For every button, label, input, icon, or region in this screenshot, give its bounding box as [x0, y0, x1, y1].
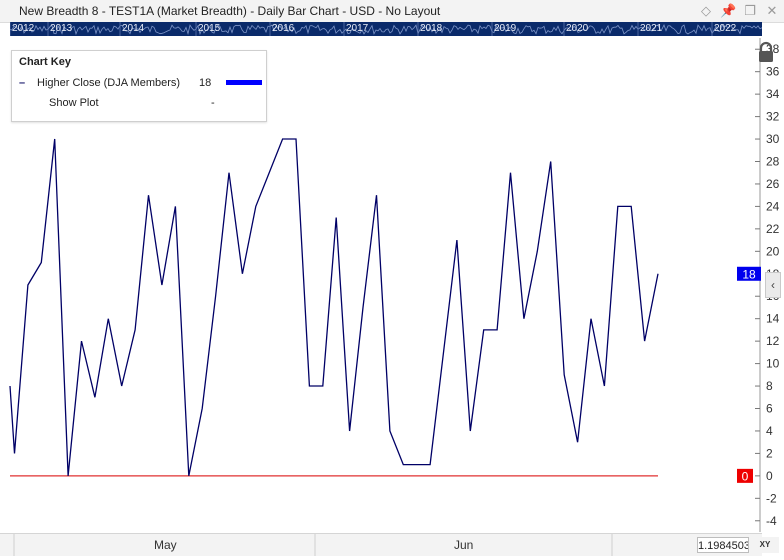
y-tick-label: 10: [766, 357, 780, 371]
price-labels: 18 0: [737, 266, 761, 483]
chevron-left-icon: ‹: [771, 278, 775, 292]
chart-key-show-plot-row[interactable]: Show Plot -: [19, 97, 259, 111]
y-tick-label: 2: [766, 446, 773, 460]
show-plot-value: -: [211, 97, 215, 109]
lock-icon: [759, 41, 773, 62]
price-readout: 1.1984503: [697, 537, 749, 553]
y-tick-label: 32: [766, 110, 780, 124]
series-dash-icon: –: [19, 77, 26, 89]
y-tick-label: 4: [766, 424, 773, 438]
y-tick-label: 22: [766, 222, 780, 236]
series-layer: [9, 138, 659, 477]
xy-toggle-button[interactable]: XY: [751, 537, 779, 553]
y-tick-label: 36: [766, 65, 780, 79]
zero-value-label: 0: [742, 469, 749, 483]
collapse-panel-button[interactable]: ‹: [765, 272, 781, 298]
show-plot-label: Show Plot: [49, 97, 99, 109]
chart-key-series-row[interactable]: – Higher Close (DJA Members) 18: [19, 77, 262, 91]
y-tick-label: 34: [766, 87, 780, 101]
y-tick-label: 12: [766, 334, 780, 348]
y-tick-label: 8: [766, 379, 773, 393]
y-tick-label: 26: [766, 177, 780, 191]
chart-key-title: Chart Key: [19, 56, 71, 68]
y-tick-label: 6: [766, 402, 773, 416]
y-tick-label: 30: [766, 132, 780, 146]
last-value-label: 18: [742, 267, 756, 281]
y-tick-label: -4: [766, 514, 777, 528]
x-axis-dividers: [13, 534, 613, 556]
y-tick-label: 14: [766, 312, 780, 326]
y-tick-label: -2: [766, 491, 777, 505]
series-color-swatch: [226, 80, 262, 85]
y-tick-label: 24: [766, 199, 780, 213]
chart-key[interactable]: Chart Key – Higher Close (DJA Members) 1…: [11, 50, 267, 122]
x-axis[interactable]: May Jun: [0, 533, 762, 556]
y-tick-label: 0: [766, 469, 773, 483]
y-tick-label: 20: [766, 244, 780, 258]
series-line-higher-close: [9, 138, 659, 477]
series-value: 18: [199, 77, 212, 89]
series-name: Higher Close (DJA Members): [37, 77, 181, 89]
lock-button[interactable]: [754, 40, 778, 64]
y-tick-label: 28: [766, 155, 780, 169]
